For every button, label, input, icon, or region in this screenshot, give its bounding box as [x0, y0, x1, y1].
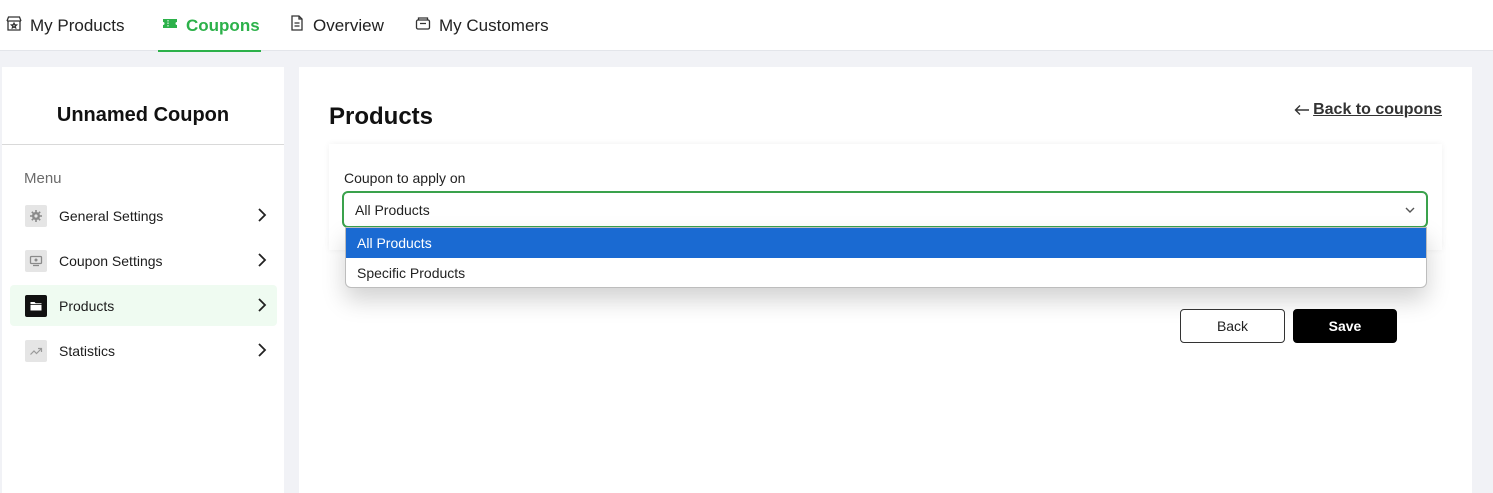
option-all-products[interactable]: All Products — [346, 228, 1426, 258]
menu-heading: Menu — [24, 170, 62, 187]
tab-label: My Products — [30, 15, 125, 35]
back-button[interactable]: Back — [1180, 309, 1285, 343]
chevron-right-icon — [258, 298, 267, 312]
sidebar-item-products[interactable]: Products — [10, 285, 277, 326]
main-panel: Products Back to coupons Coupon to apply… — [299, 67, 1472, 493]
customers-icon — [415, 15, 431, 36]
back-link-label: Back to coupons — [1313, 101, 1442, 118]
chevron-down-icon — [1405, 207, 1415, 213]
folder-icon — [25, 294, 47, 317]
apply-on-select[interactable]: All Products — [342, 191, 1428, 228]
document-icon — [289, 15, 305, 36]
tab-label: Overview — [313, 15, 384, 35]
sidebar-item-statistics[interactable]: Statistics — [10, 330, 277, 371]
arrow-left-icon — [1294, 105, 1310, 115]
select-value: All Products — [355, 201, 430, 218]
tab-label: My Customers — [439, 15, 549, 35]
sidebar-item-general-settings[interactable]: General Settings — [10, 195, 277, 236]
back-to-coupons-link[interactable]: Back to coupons — [1294, 101, 1442, 119]
page-title: Products — [329, 103, 434, 130]
sidebar-item-label: Statistics — [59, 342, 116, 359]
store-icon — [6, 15, 22, 36]
chevron-right-icon — [258, 253, 267, 267]
tab-my-products[interactable]: My Products — [6, 0, 124, 51]
save-button[interactable]: Save — [1293, 309, 1397, 343]
sidebar-item-label: General Settings — [59, 207, 164, 224]
chevron-right-icon — [258, 343, 267, 357]
coupon-settings-icon — [25, 249, 47, 272]
ticket-icon — [162, 15, 178, 36]
option-specific-products[interactable]: Specific Products — [346, 258, 1426, 287]
chevron-right-icon — [258, 208, 267, 222]
sidebar-item-coupon-settings[interactable]: Coupon Settings — [10, 240, 277, 281]
coupon-title: Unnamed Coupon — [2, 67, 284, 145]
sidebar: Unnamed Coupon Menu General Settings Cou… — [2, 67, 284, 493]
trend-icon — [25, 339, 47, 362]
gear-icon — [25, 204, 47, 227]
tab-label: Coupons — [186, 15, 260, 35]
select-dropdown-list: All Products Specific Products — [345, 227, 1427, 288]
sidebar-item-label: Coupon Settings — [59, 252, 163, 269]
tab-coupons[interactable]: Coupons — [158, 0, 261, 52]
top-navigation: My Products Coupons Overview My Customer… — [0, 0, 1493, 52]
field-label: Coupon to apply on — [344, 170, 466, 186]
sidebar-item-label: Products — [59, 297, 115, 314]
tab-my-customers[interactable]: My Customers — [415, 0, 549, 51]
tab-overview[interactable]: Overview — [289, 0, 384, 51]
